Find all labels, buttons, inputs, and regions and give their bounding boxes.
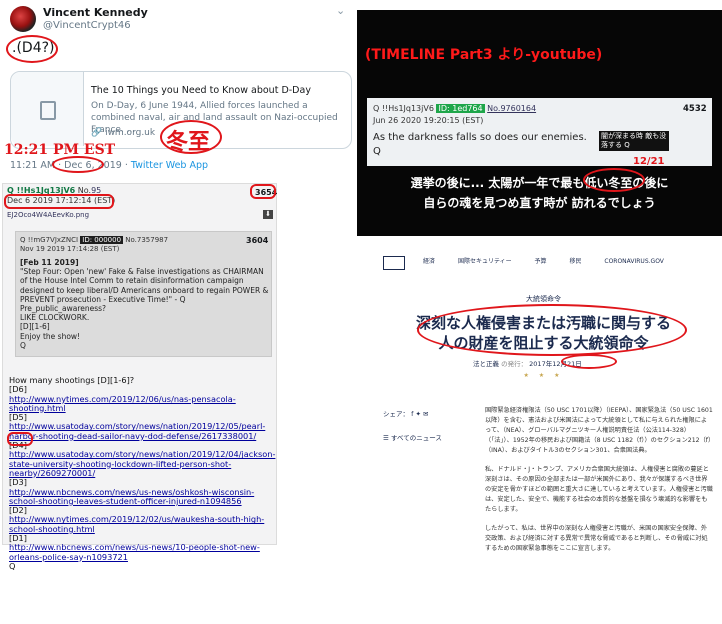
quoted-post-body: [Feb 11 2019] "Step Four: Open 'new' Fak… (20, 258, 270, 350)
post-signature: Q (9, 560, 16, 571)
quoted-post-date: Nov 19 2019 17:14:28 (EST) (20, 245, 120, 253)
video-post-text: As the darkness falls so does our enemie… (373, 132, 587, 143)
article-paragraph: したがって、私は、世界中の深刻な人権侵害と汚職が、米国の国家安全保障、外交政策、… (485, 525, 708, 552)
quoted-post-number: 3604 (246, 236, 269, 245)
article-paragraph: 私、ドナルド・J・トランプ、アメリカ合衆国大統領は、人権侵害と腐敗の蔓延と深刻さ… (485, 466, 713, 513)
post-question: How many shootings [D][1-6]? (9, 375, 135, 385)
q-post-panel: Q !!Hs1Jq13jV6 No.95 Dec 6 2019 17:12:14… (2, 183, 277, 571)
entry-link[interactable]: http://www.usatoday.com/story/news/natio… (9, 421, 265, 441)
nav-item[interactable]: 国際セキュリティー (458, 258, 512, 265)
article-kicker: 大統領命令 (526, 295, 561, 303)
entry-link[interactable]: http://www.nytimes.com/2019/12/06/us/nas… (9, 394, 236, 413)
article-body: 国際緊急経済権限法（50 USC 1701以降）（IEEPA）、国家緊急法（50… (485, 406, 713, 563)
nav-item[interactable]: CORONAVIRUS.GOV (604, 258, 664, 265)
quoted-line: LIKE CLOCKWORK. (20, 313, 90, 323)
chevron-down-icon[interactable]: ⌄ (336, 4, 345, 17)
article-issued-label: の発行： (501, 360, 528, 368)
video-subtitle-line-1: 選挙の後に... 太陽が一年で最も低い冬至の後に (410, 176, 669, 190)
whitehouse-logo-icon[interactable] (383, 256, 405, 270)
document-icon (11, 72, 84, 146)
nav-item[interactable]: 移民 (569, 258, 581, 265)
quoted-poster-name: Q !!mG7VJxZNCI (20, 236, 79, 244)
quoted-line: "Step Four: Open 'new' Fake & False inve… (20, 267, 269, 304)
quoted-poster-id: ID: 000000 (80, 236, 124, 244)
card-title: The 10 Things you Need to Know about D-D… (91, 85, 311, 96)
post-body: How many shootings [D][1-6]? [D6] http:/… (9, 375, 275, 571)
video-overlay-caption: 闇が深まる時 敵も没落する Q (599, 131, 669, 151)
quoted-line: Enjoy the show! (20, 331, 81, 341)
annotation-circle (52, 156, 104, 173)
video-frame: (TIMELINE Part3 より-youtube) Q !!Hs1Jq13j… (357, 10, 722, 236)
video-post-date: Jun 26 2020 19:20:15 (EST) (373, 116, 484, 125)
share-twitter-icon[interactable]: ✦ (415, 410, 420, 418)
share-facebook-icon[interactable]: f (411, 410, 413, 418)
annotation-circle (561, 354, 617, 369)
tweet-source[interactable]: Twitter Web App (131, 160, 208, 171)
tweet-handle[interactable]: @VincentCrypt46 (43, 20, 131, 31)
quoted-line: Pre_public_awareness? (20, 304, 107, 314)
site-nav: 経済 国際セキュリティー 予算 移民 CORONAVIRUS.GOV (423, 256, 685, 265)
all-news-link[interactable]: ☰ すべてのニュース (383, 432, 442, 442)
handwritten-date: 12/21 (633, 156, 665, 167)
decorative-stars: ★ ★ ★ (523, 372, 564, 379)
card-url[interactable]: 🔗 iwm.org.uk (91, 128, 155, 138)
video-subtitle-line-2: 自らの魂を見つめ直す時が 訪れるでしょう (423, 196, 656, 210)
avatar[interactable] (10, 6, 36, 32)
tweet-timestamp: 11:21 AM · Dec 6, 2019 · Twitter Web App (10, 160, 209, 171)
video-post-header: Q !!Hs1Jq13jV6 ID: 1ed764 No.9760164 (373, 104, 536, 113)
whitehouse-page: 経済 国際セキュリティー 予算 移民 CORONAVIRUS.GOV 大統領命令… (365, 248, 722, 624)
entry-link[interactable]: http://www.nbcnews.com/news/us-news/oshk… (9, 487, 254, 506)
nav-item[interactable]: 経済 (423, 258, 435, 265)
entry-link[interactable]: http://www.usatoday.com/story/news/natio… (9, 449, 275, 478)
annotation-underline (4, 194, 114, 209)
video-title: (TIMELINE Part3 より-youtube) (365, 47, 603, 63)
download-icon[interactable]: ⬇ (263, 210, 273, 219)
video-post-signature: Q (373, 146, 381, 157)
quoted-line: Q (20, 340, 26, 350)
share-bar: シェア： f ✦ ✉ (383, 408, 428, 418)
list-icon: ☰ (383, 434, 389, 442)
share-email-icon[interactable]: ✉ (423, 410, 428, 418)
quoted-post-header: Q !!mG7VJxZNCI ID: 000000 No.7357987 (20, 236, 168, 244)
entry-link[interactable]: http://www.nbcnews.com/news/us-news/10-p… (9, 542, 260, 562)
nav-item[interactable]: 予算 (535, 258, 547, 265)
video-poster-id: ID: 1ed764 (436, 104, 485, 113)
annotation-circle (6, 35, 58, 63)
tweet-display-name[interactable]: Vincent Kennedy (43, 6, 148, 19)
annotation-circle (7, 432, 33, 446)
annotation-circle (250, 184, 276, 199)
all-news-label: すべてのニュース (390, 434, 442, 442)
video-poster-name: Q !!Hs1Jq13jV6 (373, 104, 434, 113)
article-category[interactable]: 法と正義 (473, 360, 499, 368)
annotation-circle (417, 304, 687, 356)
quoted-post: Q !!mG7VJxZNCI ID: 000000 No.7357987 Nov… (15, 231, 272, 357)
quoted-line: [Feb 11 2019] (20, 258, 79, 267)
quoted-line: [D][1-6] (20, 322, 50, 332)
handwritten-time: 12:21 PM EST (4, 142, 116, 158)
share-label: シェア： (383, 410, 409, 418)
quoted-post-no[interactable]: No.7357987 (125, 236, 168, 244)
tweet-panel: Vincent Kennedy @VincentCrypt46 ⌄ .(D4?)… (0, 0, 357, 183)
video-post-no[interactable]: No.9760164 (487, 104, 536, 113)
video-post-number: 4532 (683, 104, 707, 114)
tweet-time[interactable]: 11:21 AM (10, 160, 55, 171)
annotation-circle (160, 120, 222, 154)
attachment-link[interactable]: EJ2Oco4W4AEevKo.png (7, 211, 89, 219)
entry-link[interactable]: http://www.nytimes.com/2019/12/02/us/wau… (9, 514, 264, 534)
annotation-circle (583, 168, 645, 192)
article-paragraph: 国際緊急経済権限法（50 USC 1701以降）（IEEPA）、国家緊急法（50… (485, 407, 713, 454)
